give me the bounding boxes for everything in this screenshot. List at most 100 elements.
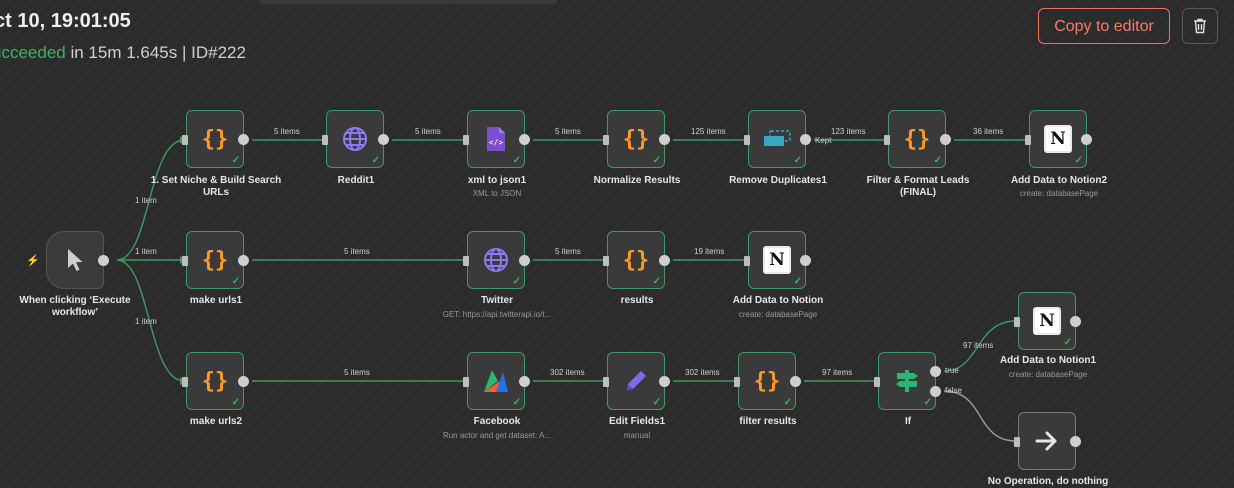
output-port[interactable]	[659, 376, 670, 387]
edge-label: 302 items	[550, 368, 585, 377]
edge-label: 5 items	[274, 127, 300, 136]
input-port[interactable]	[1014, 317, 1020, 327]
success-check-icon: ✓	[652, 397, 661, 408]
node-remove-duplicates[interactable]: ✓	[744, 110, 811, 168]
node-label: Twitter	[480, 295, 514, 306]
success-check-icon: ✓	[923, 397, 932, 408]
success-check-icon: ✓	[1063, 337, 1072, 348]
success-check-icon: ✓	[652, 155, 661, 166]
globe-icon	[343, 127, 367, 151]
success-check-icon: ✓	[231, 276, 240, 287]
output-port[interactable]	[378, 134, 389, 145]
node-manual-trigger[interactable]	[46, 231, 109, 289]
output-port[interactable]	[238, 255, 249, 266]
output-port[interactable]	[98, 255, 109, 266]
node-results[interactable]: {} ✓	[603, 231, 670, 289]
success-check-icon: ✓	[652, 276, 661, 287]
input-port[interactable]	[744, 256, 750, 266]
output-port[interactable]	[800, 255, 811, 266]
output-port[interactable]	[800, 134, 811, 145]
node-label: Add Data to Notion	[732, 295, 824, 306]
notion-icon: N	[763, 246, 791, 274]
node-label: Reddit1	[337, 175, 375, 186]
edge-label: 5 items	[555, 127, 581, 136]
node-filter-format-leads[interactable]: {} ✓	[884, 110, 951, 168]
node-make-urls1[interactable]: {} ✓	[182, 231, 249, 289]
node-label: Normalize Results	[593, 175, 681, 186]
input-port[interactable]	[1014, 437, 1020, 447]
node-set-niche[interactable]: {} ✓	[182, 110, 249, 168]
success-check-icon: ✓	[512, 155, 521, 166]
input-port[interactable]	[744, 135, 750, 145]
node-label: make urls1	[189, 295, 243, 306]
node-reddit[interactable]: ✓	[322, 110, 389, 168]
node-facebook[interactable]: ✓	[463, 352, 530, 410]
output-port[interactable]	[790, 376, 801, 387]
apify-icon	[484, 370, 508, 392]
node-no-operation[interactable]	[1014, 412, 1081, 470]
edge-label: 5 items	[344, 368, 370, 377]
code-icon: {}	[201, 126, 229, 152]
node-label: Add Data to Notion2	[1010, 175, 1108, 186]
edge-label: 97 items	[963, 341, 994, 350]
node-add-to-notion2[interactable]: N ✓	[1025, 110, 1092, 168]
node-label: Add Data to Notion1	[999, 355, 1097, 366]
node-subtitle: XML to JSON	[472, 189, 522, 198]
output-port-true[interactable]	[930, 366, 941, 377]
output-port[interactable]	[659, 134, 670, 145]
success-check-icon: ✓	[231, 155, 240, 166]
output-port[interactable]	[238, 376, 249, 387]
input-port[interactable]	[1025, 135, 1031, 145]
output-port[interactable]	[519, 134, 530, 145]
node-subtitle: manual	[623, 431, 651, 440]
node-add-to-notion[interactable]: N ✓	[744, 231, 811, 289]
node-label: No Operation, do nothing	[987, 476, 1109, 487]
output-port[interactable]	[1070, 436, 1081, 447]
input-port[interactable]	[182, 256, 188, 266]
input-port[interactable]	[734, 377, 740, 387]
node-xml-to-json[interactable]: </> ✓	[463, 110, 530, 168]
output-port[interactable]	[940, 134, 951, 145]
input-port[interactable]	[603, 377, 609, 387]
pencil-icon	[627, 371, 646, 390]
input-port[interactable]	[182, 135, 188, 145]
code-icon: {}	[201, 368, 229, 394]
success-check-icon: ✓	[793, 155, 802, 166]
input-port[interactable]	[463, 377, 469, 387]
input-port[interactable]	[463, 256, 469, 266]
success-check-icon: ✓	[783, 397, 792, 408]
output-port[interactable]	[519, 376, 530, 387]
output-port-false[interactable]	[930, 386, 941, 397]
edge-label: 5 items	[555, 247, 581, 256]
success-check-icon: ✓	[793, 276, 802, 287]
edge-label: 302 items	[685, 368, 720, 377]
node-add-to-notion1[interactable]: N ✓	[1014, 292, 1081, 350]
node-filter-results[interactable]: {} ✓	[734, 352, 801, 410]
globe-icon	[484, 248, 508, 272]
edge-label: 19 items	[694, 247, 725, 256]
output-port[interactable]	[519, 255, 530, 266]
input-port[interactable]	[603, 256, 609, 266]
input-port[interactable]	[884, 135, 890, 145]
node-twitter[interactable]: ✓	[463, 231, 530, 289]
input-port[interactable]	[874, 377, 880, 387]
node-label: filter results	[739, 416, 797, 427]
node-if[interactable]: ✓	[874, 352, 941, 410]
node-edit-fields[interactable]: ✓	[603, 352, 670, 410]
input-port[interactable]	[603, 135, 609, 145]
output-port[interactable]	[659, 255, 670, 266]
input-port[interactable]	[463, 135, 469, 145]
code-icon: {}	[903, 126, 931, 152]
output-port[interactable]	[1081, 134, 1092, 145]
input-port[interactable]	[182, 377, 188, 387]
output-port[interactable]	[1070, 316, 1081, 327]
node-normalize-results[interactable]: {} ✓	[603, 110, 670, 168]
output-port[interactable]	[238, 134, 249, 145]
node-subtitle: create: databasePage	[738, 310, 818, 319]
input-port[interactable]	[322, 135, 328, 145]
node-make-urls2[interactable]: {} ✓	[182, 352, 249, 410]
cursor-icon	[68, 249, 83, 271]
success-check-icon: ✓	[371, 155, 380, 166]
edge-label: 1 item	[135, 247, 157, 256]
node-label: Filter & Format Leads (FINAL)	[866, 175, 970, 198]
